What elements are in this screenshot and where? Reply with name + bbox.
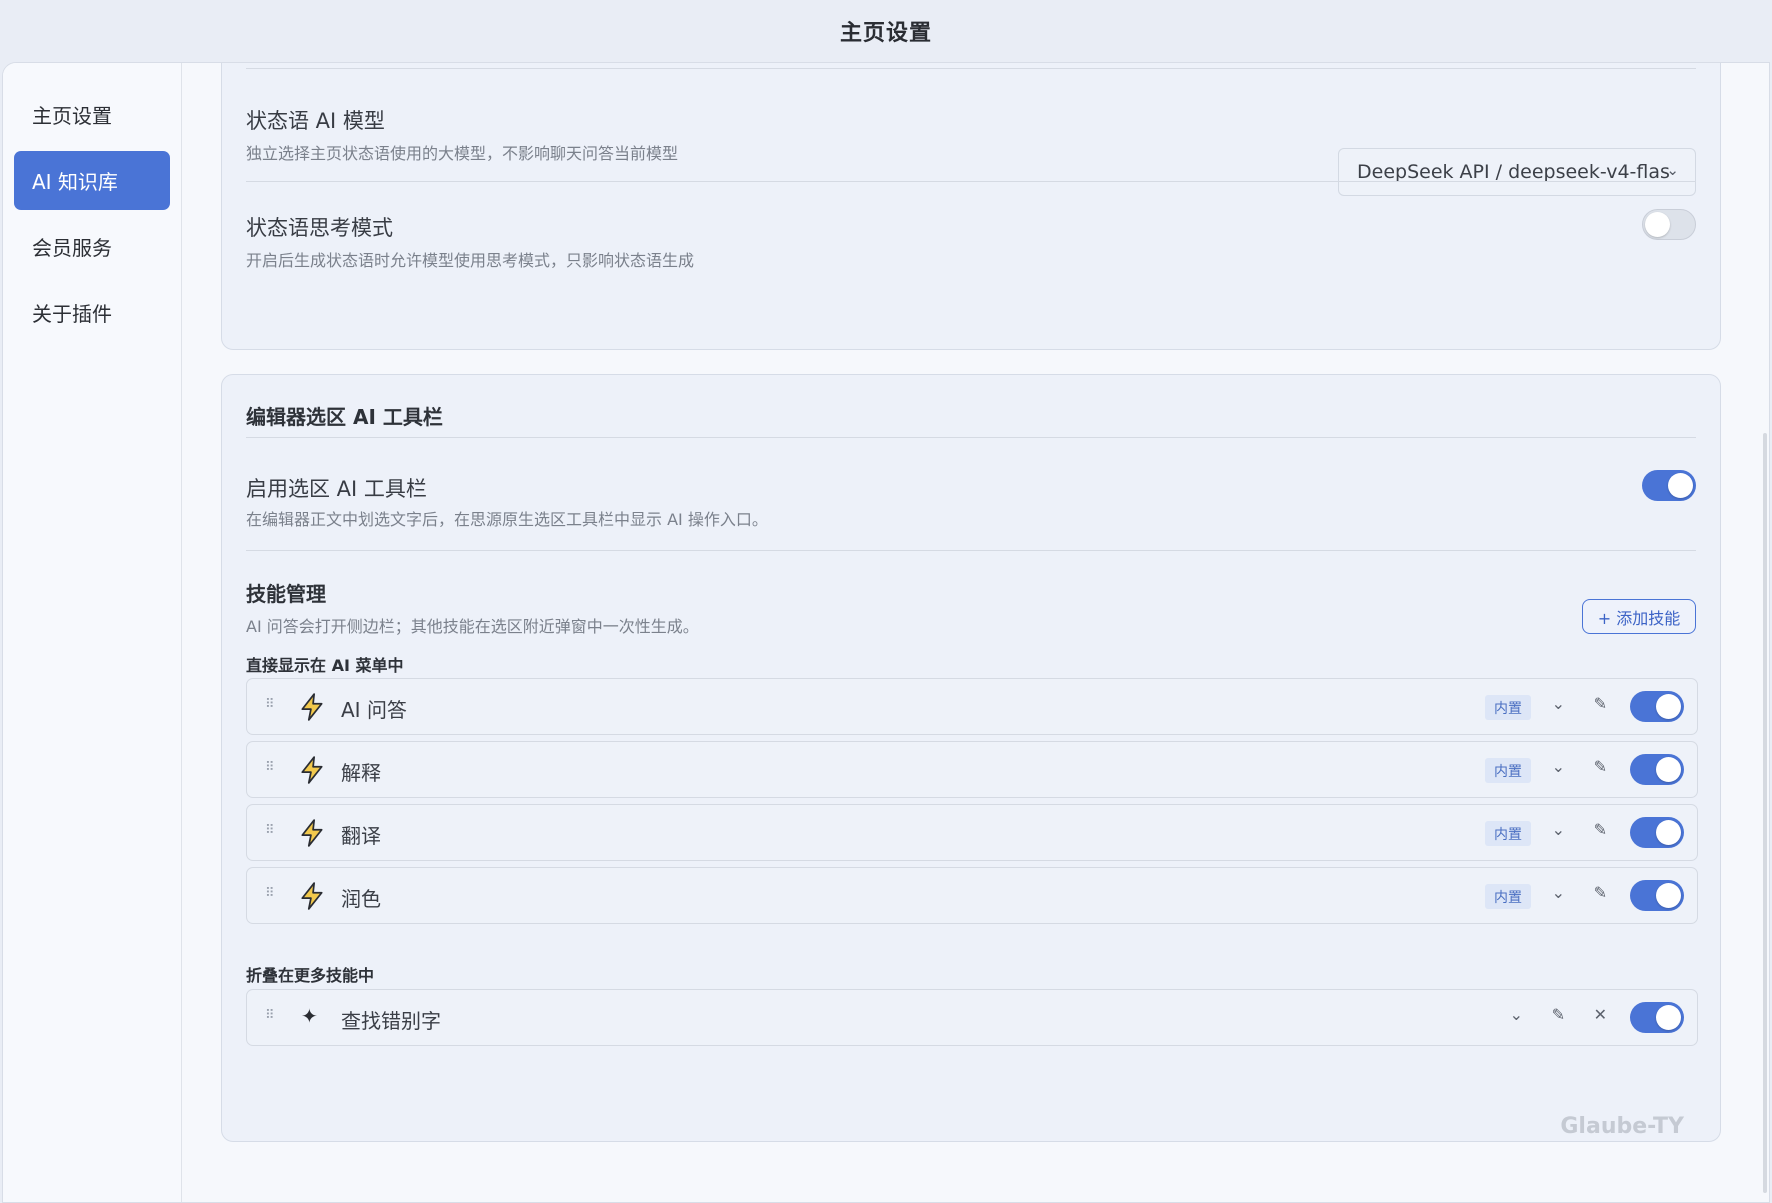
sidebar-item-ai-knowledge[interactable]: AI 知识库: [14, 151, 170, 210]
skill-toggle[interactable]: [1630, 691, 1684, 722]
sparkle-icon: ✦: [301, 1004, 318, 1028]
add-skill-button[interactable]: + 添加技能: [1582, 599, 1696, 634]
skill-row: ⠿ 解释 内置 ⌄ ✎: [246, 741, 1698, 798]
sidebar-item-home-settings[interactable]: 主页设置: [14, 85, 170, 144]
skill-row: ⠿ 润色 内置 ⌄ ✎: [246, 867, 1698, 924]
main-content: 状态语 AI 模型 独立选择主页状态语使用的大模型，不影响聊天问答当前模型 De…: [183, 63, 1769, 1202]
skills-desc: AI 问答会打开侧边栏；其他技能在选区附近弹窗中一次性生成。: [246, 617, 699, 636]
skill-toggle[interactable]: [1630, 817, 1684, 848]
sidebar-item-label: 主页设置: [32, 104, 112, 128]
enable-toolbar-toggle[interactable]: [1642, 470, 1696, 501]
thinking-toggle[interactable]: [1642, 209, 1696, 240]
divider: [246, 68, 1696, 69]
toggle-knob: [1656, 1005, 1681, 1030]
thinking-desc: 开启后生成状态语时允许模型使用思考模式，只影响状态语生成: [246, 251, 695, 270]
chevron-down-icon: ⌄: [1666, 161, 1679, 179]
builtin-badge: 内置: [1485, 758, 1531, 783]
builtin-badge: 内置: [1485, 884, 1531, 909]
sidebar: 主页设置 AI 知识库 会员服务 关于插件: [3, 63, 182, 1202]
builtin-badge: 内置: [1485, 695, 1531, 720]
expand-icon[interactable]: ⌄: [1552, 820, 1565, 839]
skill-toggle[interactable]: [1630, 1002, 1684, 1033]
edit-icon[interactable]: ✎: [1594, 883, 1607, 902]
skills-title: 技能管理: [246, 582, 326, 606]
builtin-badge: 内置: [1485, 821, 1531, 846]
edit-icon[interactable]: ✎: [1594, 757, 1607, 776]
skill-toggle[interactable]: [1630, 754, 1684, 785]
model-title: 状态语 AI 模型: [246, 109, 385, 133]
divider: [246, 437, 1696, 438]
sidebar-item-membership[interactable]: 会员服务: [14, 217, 170, 276]
delete-icon[interactable]: ✕: [1594, 1005, 1607, 1024]
expand-icon[interactable]: ⌄: [1552, 694, 1565, 713]
window-title: 主页设置: [839, 21, 932, 46]
toolbar-card-title: 编辑器选区 AI 工具栏: [246, 405, 443, 429]
toggle-knob: [1656, 820, 1681, 845]
skill-row: ⠿ ✦ 查找错别字 ⌄ ✎ ✕: [246, 989, 1698, 1046]
bolt-icon: [301, 882, 323, 910]
model-select[interactable]: DeepSeek API / deepseek-v4-flas ⌄: [1338, 148, 1696, 196]
sidebar-item-label: 会员服务: [32, 236, 112, 260]
title-bar: 主页设置: [0, 0, 1772, 62]
skill-name: 润色: [341, 887, 381, 911]
drag-handle-icon[interactable]: ⠿: [265, 823, 274, 838]
toggle-knob: [1645, 212, 1670, 237]
status-settings-card: 状态语 AI 模型 独立选择主页状态语使用的大模型，不影响聊天问答当前模型 De…: [221, 63, 1721, 350]
bolt-icon: [301, 693, 323, 721]
more-group-label: 折叠在更多技能中: [246, 966, 375, 985]
toggle-knob: [1656, 694, 1681, 719]
skill-row: ⠿ 翻译 内置 ⌄ ✎: [246, 804, 1698, 861]
divider: [246, 181, 1696, 182]
ai-toolbar-card: 编辑器选区 AI 工具栏 启用选区 AI 工具栏 在编辑器正文中划选文字后，在思…: [221, 374, 1721, 1142]
toggle-knob: [1656, 883, 1681, 908]
scrollbar[interactable]: [1763, 433, 1767, 1193]
sidebar-item-about[interactable]: 关于插件: [14, 283, 170, 342]
settings-window: 主页设置 AI 知识库 会员服务 关于插件 状态语 AI 模型 独立选择主页状态…: [2, 62, 1770, 1203]
sidebar-item-label: 关于插件: [32, 302, 112, 326]
sidebar-item-label: AI 知识库: [32, 170, 118, 194]
expand-icon[interactable]: ⌄: [1552, 757, 1565, 776]
skill-name: 翻译: [341, 824, 381, 848]
edit-icon[interactable]: ✎: [1552, 1005, 1565, 1024]
drag-handle-icon[interactable]: ⠿: [265, 760, 274, 775]
skill-name: 查找错别字: [341, 1009, 441, 1033]
bolt-icon: [301, 756, 323, 784]
watermark: Glaube-TY: [1560, 1114, 1684, 1139]
drag-handle-icon[interactable]: ⠿: [265, 886, 274, 901]
enable-toolbar-title: 启用选区 AI 工具栏: [246, 477, 427, 501]
direct-group-label: 直接显示在 AI 菜单中: [246, 656, 404, 675]
bolt-icon: [301, 819, 323, 847]
enable-toolbar-desc: 在编辑器正文中划选文字后，在思源原生选区工具栏中显示 AI 操作入口。: [246, 510, 768, 529]
divider: [246, 550, 1696, 551]
skill-name: 解释: [341, 761, 381, 785]
edit-icon[interactable]: ✎: [1594, 694, 1607, 713]
expand-icon[interactable]: ⌄: [1510, 1005, 1523, 1024]
toggle-knob: [1668, 473, 1693, 498]
drag-handle-icon[interactable]: ⠿: [265, 1008, 274, 1023]
toggle-knob: [1656, 757, 1681, 782]
skill-toggle[interactable]: [1630, 880, 1684, 911]
expand-icon[interactable]: ⌄: [1552, 883, 1565, 902]
thinking-title: 状态语思考模式: [246, 216, 393, 240]
model-select-value: DeepSeek API / deepseek-v4-flas: [1357, 161, 1670, 183]
model-desc: 独立选择主页状态语使用的大模型，不影响聊天问答当前模型: [246, 144, 679, 163]
edit-icon[interactable]: ✎: [1594, 820, 1607, 839]
drag-handle-icon[interactable]: ⠿: [265, 697, 274, 712]
skill-row: ⠿ AI 问答 内置 ⌄ ✎: [246, 678, 1698, 735]
skill-name: AI 问答: [341, 698, 407, 722]
